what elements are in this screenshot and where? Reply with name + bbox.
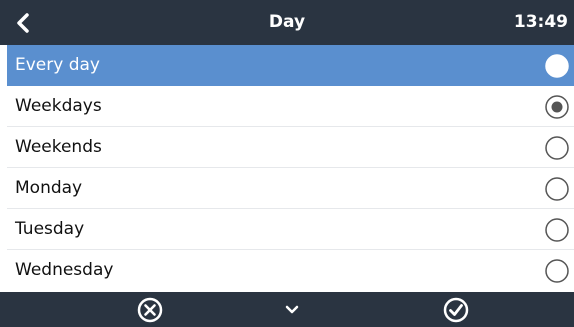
circle-x-icon (137, 297, 163, 322)
confirm-button[interactable] (434, 292, 478, 327)
option-weekends[interactable]: Weekends (7, 127, 574, 168)
option-label: Weekdays (15, 96, 102, 116)
radio-unchecked-icon[interactable] (545, 218, 569, 242)
option-wednesday[interactable]: Wednesday (7, 250, 574, 292)
cancel-button[interactable] (128, 292, 172, 327)
screen: Day 13:49 Every day Weekdays Weekends Mo… (0, 0, 574, 327)
option-label: Weekends (15, 137, 102, 157)
back-button[interactable] (8, 8, 38, 38)
option-monday[interactable]: Monday (7, 168, 574, 209)
scroll-down-button[interactable] (272, 292, 312, 327)
top-bar: Day 13:49 (0, 0, 574, 45)
option-label: Monday (15, 178, 83, 198)
option-every-day[interactable]: Every day (7, 45, 574, 86)
option-tuesday[interactable]: Tuesday (7, 209, 574, 250)
radio-unchecked-icon[interactable] (545, 177, 569, 201)
radio-unchecked-icon[interactable] (545, 136, 569, 160)
option-weekdays[interactable]: Weekdays (7, 86, 574, 127)
circle-check-icon (443, 297, 469, 322)
clock: 13:49 (513, 12, 568, 32)
page-title: Day (268, 12, 306, 32)
option-label: Wednesday (15, 260, 114, 280)
radio-unchecked-icon[interactable] (545, 54, 569, 78)
bottom-bar (0, 292, 574, 327)
chevron-down-icon (285, 305, 299, 313)
radio-unchecked-icon[interactable] (545, 259, 569, 283)
option-label: Every day (15, 55, 100, 75)
chevron-left-icon (17, 13, 29, 33)
radio-checked-icon[interactable] (545, 95, 569, 119)
option-label: Tuesday (15, 219, 85, 239)
day-options-list: Every day Weekdays Weekends Monday Tuesd… (7, 45, 574, 292)
